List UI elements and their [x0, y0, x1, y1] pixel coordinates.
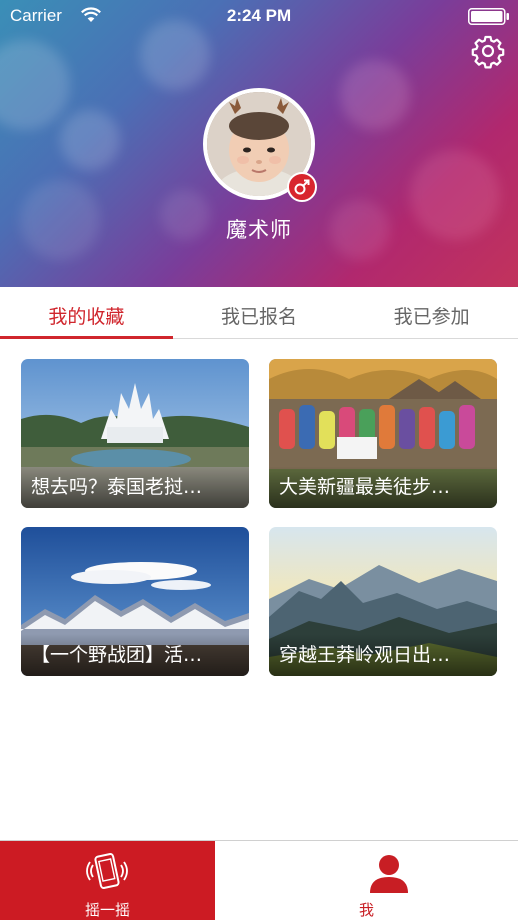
tabbar-item-shake[interactable]: 摇一摇: [0, 841, 215, 920]
activity-card[interactable]: 想去吗？泰国老挝…: [21, 359, 249, 508]
bokeh-light: [60, 110, 120, 170]
bottom-tab-bar: 摇一摇 我: [0, 840, 518, 920]
tabbar-label: 摇一摇: [84, 901, 130, 919]
segment-tabs: 我的收藏 我已报名 我已参加: [0, 287, 518, 339]
card-title: 大美新疆最美徒步…: [269, 466, 497, 508]
username: 魔术师: [226, 218, 292, 242]
activity-card[interactable]: 【一个野战团】活…: [21, 527, 249, 676]
tabbar-item-me[interactable]: 我: [215, 841, 518, 920]
tab-registered[interactable]: 我已报名: [173, 287, 346, 338]
card-title: 想去吗？泰国老挝…: [21, 466, 249, 508]
card-title: 穿越王莽岭观日出…: [269, 634, 497, 676]
status-bar: Carrier 2:24 PM: [0, 0, 518, 34]
activity-card[interactable]: 穿越王莽岭观日出…: [269, 527, 497, 676]
activity-grid: 想去吗？泰国老挝… 大美新疆最美徒步… 【一个野战团】活… 穿越王莽岭观日出…: [0, 339, 518, 839]
phone-shake-icon: [86, 853, 128, 889]
activity-card[interactable]: 大美新疆最美徒步…: [269, 359, 497, 508]
gear-icon[interactable]: [470, 33, 506, 69]
male-icon: [287, 172, 317, 202]
card-title: 【一个野战团】活…: [21, 634, 249, 676]
bokeh-light: [0, 40, 70, 130]
tab-participated[interactable]: 我已参加: [345, 287, 518, 338]
tab-favorites[interactable]: 我的收藏: [0, 287, 173, 339]
profile-header: Carrier 2:24 PM 魔术师: [0, 0, 518, 287]
battery-icon: [468, 8, 509, 25]
status-time: 2:24 PM: [226, 6, 292, 25]
tabbar-label: 我: [358, 901, 374, 919]
bokeh-light: [340, 60, 410, 130]
person-icon: [370, 855, 408, 893]
